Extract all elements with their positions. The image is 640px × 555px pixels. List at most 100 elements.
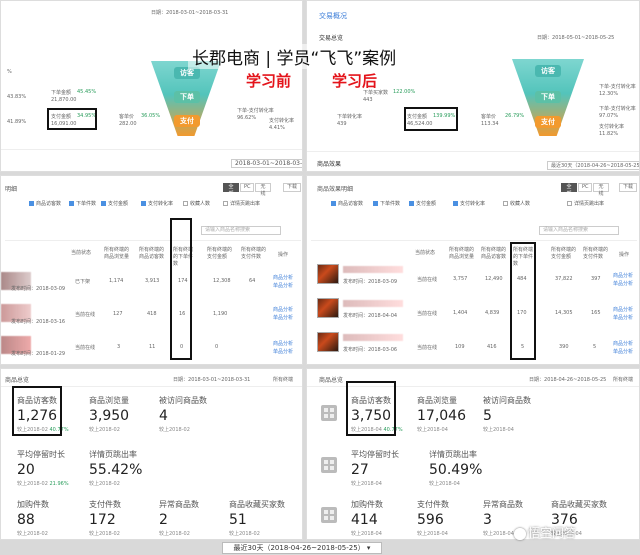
stat-label: 下单金额	[51, 90, 72, 96]
product-analysis-link[interactable]: 商品分析	[273, 340, 293, 347]
stat-value: 282.00	[119, 121, 137, 127]
checkbox[interactable]: 支付金额	[409, 200, 436, 207]
metric-visited-products: 被访问商品数 4 较上2018-02	[159, 396, 207, 433]
search-input[interactable]: 请输入商品名称搜索	[539, 226, 619, 235]
checkbox[interactable]: 收藏人数	[183, 200, 210, 207]
terminal-select[interactable]: 所有终端	[273, 376, 293, 383]
left-stat: %	[7, 69, 12, 75]
funnel-paid: 支付	[174, 115, 200, 127]
funnel-visitors: 访客	[535, 65, 561, 77]
tab-wireless[interactable]: 无线	[255, 183, 271, 197]
checkbox[interactable]: 下单件数	[373, 200, 400, 207]
stat-label: 支付转化率	[599, 124, 625, 130]
checkbox[interactable]: 详情页跳出率	[223, 200, 260, 207]
checkbox[interactable]: 支付转化率	[453, 200, 485, 207]
column-header: 当前状态	[71, 250, 92, 256]
tab-pc[interactable]: PC	[578, 183, 592, 192]
checkbox[interactable]: 详情页跳出率	[567, 200, 604, 207]
checkbox[interactable]: 商品访客数	[331, 200, 363, 207]
column-header: 所有终端的商品浏览量	[104, 247, 130, 260]
stat-label: 下单转化率	[337, 114, 363, 120]
stat-change: 122.00%	[393, 89, 416, 95]
stat-value: 21,870.00	[51, 97, 77, 103]
metric-abnormal-products: 异常商品数 2 较上2018-02	[159, 500, 199, 537]
metric-avg-stay: 平均停留时长 27 较上2018-04	[351, 450, 399, 487]
bottom-date-bar[interactable]: 最近30天（2018-04-26~2018-05-25） ▾	[222, 542, 382, 554]
highlight-box	[346, 381, 396, 436]
search-input[interactable]: 请输入商品名称搜索	[201, 226, 281, 235]
stat-value: 113.34	[481, 121, 499, 127]
column-header: 操作	[278, 252, 289, 258]
checkbox[interactable]: 支付转化率	[141, 200, 173, 207]
metric-paid-items: 支付件数 172 较上2018-02	[89, 500, 121, 537]
right-product-overview-panel: 商品总览 日期：2018-04-26~2018-05-25 所有终端 商品访客数…	[306, 368, 640, 540]
column-header: 当前状态	[415, 250, 436, 256]
table-title: 明细	[5, 186, 18, 193]
metric-avg-stay: 平均停留时长 20 较上2018-02 21.96%	[17, 450, 69, 487]
tab-wireless[interactable]: 无线	[593, 183, 609, 197]
right-product-detail-panel: 商品效果明细 全部 PC 无线 下载 商品访客数 下单件数 支付金额 支付转化率…	[306, 175, 640, 365]
product-thumbnail	[317, 264, 339, 284]
panel-title: 商品总览	[319, 377, 344, 384]
terminal-select[interactable]: 所有终端	[613, 376, 633, 383]
product-analysis-link[interactable]: 商品分析	[273, 306, 293, 313]
product-grid-icon	[321, 507, 337, 523]
section-title: 交易概况	[319, 12, 347, 20]
stat-label: 下单-支付转化率	[599, 84, 636, 90]
checkbox[interactable]: 下单件数	[69, 200, 96, 207]
stat-change: 26.79%	[505, 113, 525, 119]
funnel-orders: 下单	[535, 91, 561, 103]
section-date-select[interactable]: 2018-03-01~2018-03-31	[231, 159, 302, 168]
product-grid-icon	[321, 405, 337, 421]
stat-change: 36.05%	[141, 113, 161, 119]
section-title: 商品效果	[317, 161, 342, 168]
product-analysis-link[interactable]: 商品分析	[613, 306, 633, 313]
column-header: 所有终端的商品访客数	[481, 247, 507, 260]
download-button[interactable]: 下载	[283, 183, 301, 192]
section-date-select[interactable]: 最近30天（2018-04-26~2018-05-25）	[547, 161, 639, 170]
product-thumbnail	[317, 298, 339, 318]
stat-label: 下单-支付转化率	[237, 108, 274, 114]
stat-value: 96.62%	[237, 115, 257, 121]
metric-favorites: 商品收藏买家数 51 较上2018-02	[229, 500, 285, 537]
item-analysis-link[interactable]: 单品分析	[273, 314, 293, 321]
date-label: 日期：2018-03-01~2018-03-31	[151, 10, 229, 16]
product-analysis-link[interactable]: 商品分析	[613, 340, 633, 347]
column-header: 所有终端的商品浏览量	[449, 247, 475, 260]
stat-value: 11.82%	[599, 131, 619, 137]
stat-label: 客单价	[481, 114, 497, 120]
product-analysis-link[interactable]: 商品分析	[273, 274, 293, 281]
checkbox[interactable]: 收藏人数	[503, 200, 530, 207]
metric-product-pv: 商品浏览量 17,046 较上2018-04	[417, 396, 466, 433]
stat-label: 客单价	[119, 114, 135, 120]
highlight-box	[47, 108, 97, 130]
item-analysis-link[interactable]: 单品分析	[273, 282, 293, 289]
chevron-down-icon: ▾	[366, 544, 371, 552]
item-analysis-link[interactable]: 单品分析	[273, 348, 293, 355]
date-range[interactable]: 日期：2018-03-01~2018-03-31	[173, 376, 250, 383]
metric-bounce-rate: 详情页跳出率 55.42% 较上2018-02	[89, 450, 143, 487]
table-title: 商品效果明细	[317, 186, 354, 193]
metric-visited-products: 被访问商品数 5 较上2018-04	[483, 396, 531, 433]
metric-paid-items: 支付件数 596 较上2018-04	[417, 500, 449, 537]
tab-all[interactable]: 全部	[561, 183, 577, 197]
left-product-overview-panel: 商品总览 日期：2018-03-01~2018-03-31 所有终端 商品访客数…	[0, 368, 303, 540]
product-grid-icon	[321, 457, 337, 473]
left-stat: 43.83%	[7, 94, 27, 100]
tab-all[interactable]: 全部	[223, 183, 239, 197]
checkbox[interactable]: 商品访客数	[29, 200, 61, 207]
checkbox[interactable]: 支付金额	[101, 200, 128, 207]
product-analysis-link[interactable]: 商品分析	[613, 272, 633, 279]
item-analysis-link[interactable]: 单品分析	[613, 314, 633, 321]
tab-pc[interactable]: PC	[240, 183, 254, 192]
download-button[interactable]: 下载	[619, 183, 637, 192]
highlight-box	[404, 107, 458, 131]
column-header: 所有终端的商品访客数	[139, 247, 165, 260]
item-analysis-link[interactable]: 单品分析	[613, 280, 633, 287]
left-stat: 41.89%	[7, 119, 27, 125]
case-title: 长郡电商 | 学员“飞飞”案例	[188, 44, 401, 69]
date-range[interactable]: 日期：2018-04-26~2018-05-25	[529, 376, 606, 383]
item-analysis-link[interactable]: 单品分析	[613, 348, 633, 355]
stat-value: 97.07%	[599, 113, 619, 119]
highlight-box	[510, 242, 536, 360]
